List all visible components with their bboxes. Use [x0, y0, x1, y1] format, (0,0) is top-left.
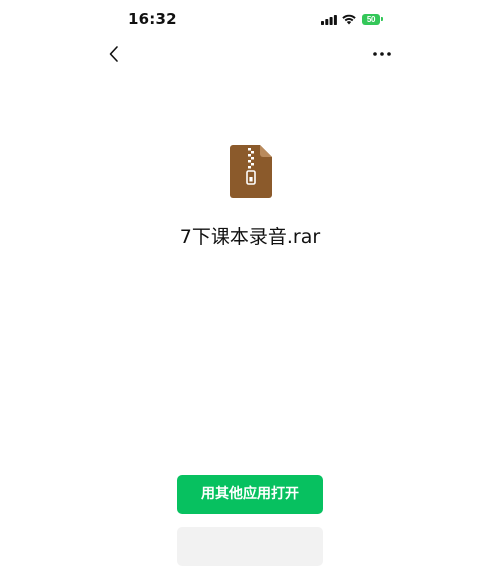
- ellipsis-icon: [373, 52, 391, 56]
- open-with-other-app-button[interactable]: 用其他应用打开: [177, 475, 323, 514]
- more-button[interactable]: [368, 40, 396, 68]
- wifi-icon: [342, 14, 356, 25]
- status-bar: 16:32 50: [0, 0, 500, 40]
- chevron-left-icon: [109, 46, 118, 62]
- status-time: 16:32: [128, 10, 177, 28]
- battery-level: 50: [362, 13, 380, 25]
- battery-cap: [381, 17, 383, 21]
- file-name: 7下课本录音.rar: [179, 226, 321, 248]
- battery-icon: 50: [362, 13, 384, 25]
- zip-archive-icon: [230, 145, 272, 198]
- back-button[interactable]: [100, 40, 128, 68]
- signal-icon: [321, 15, 337, 25]
